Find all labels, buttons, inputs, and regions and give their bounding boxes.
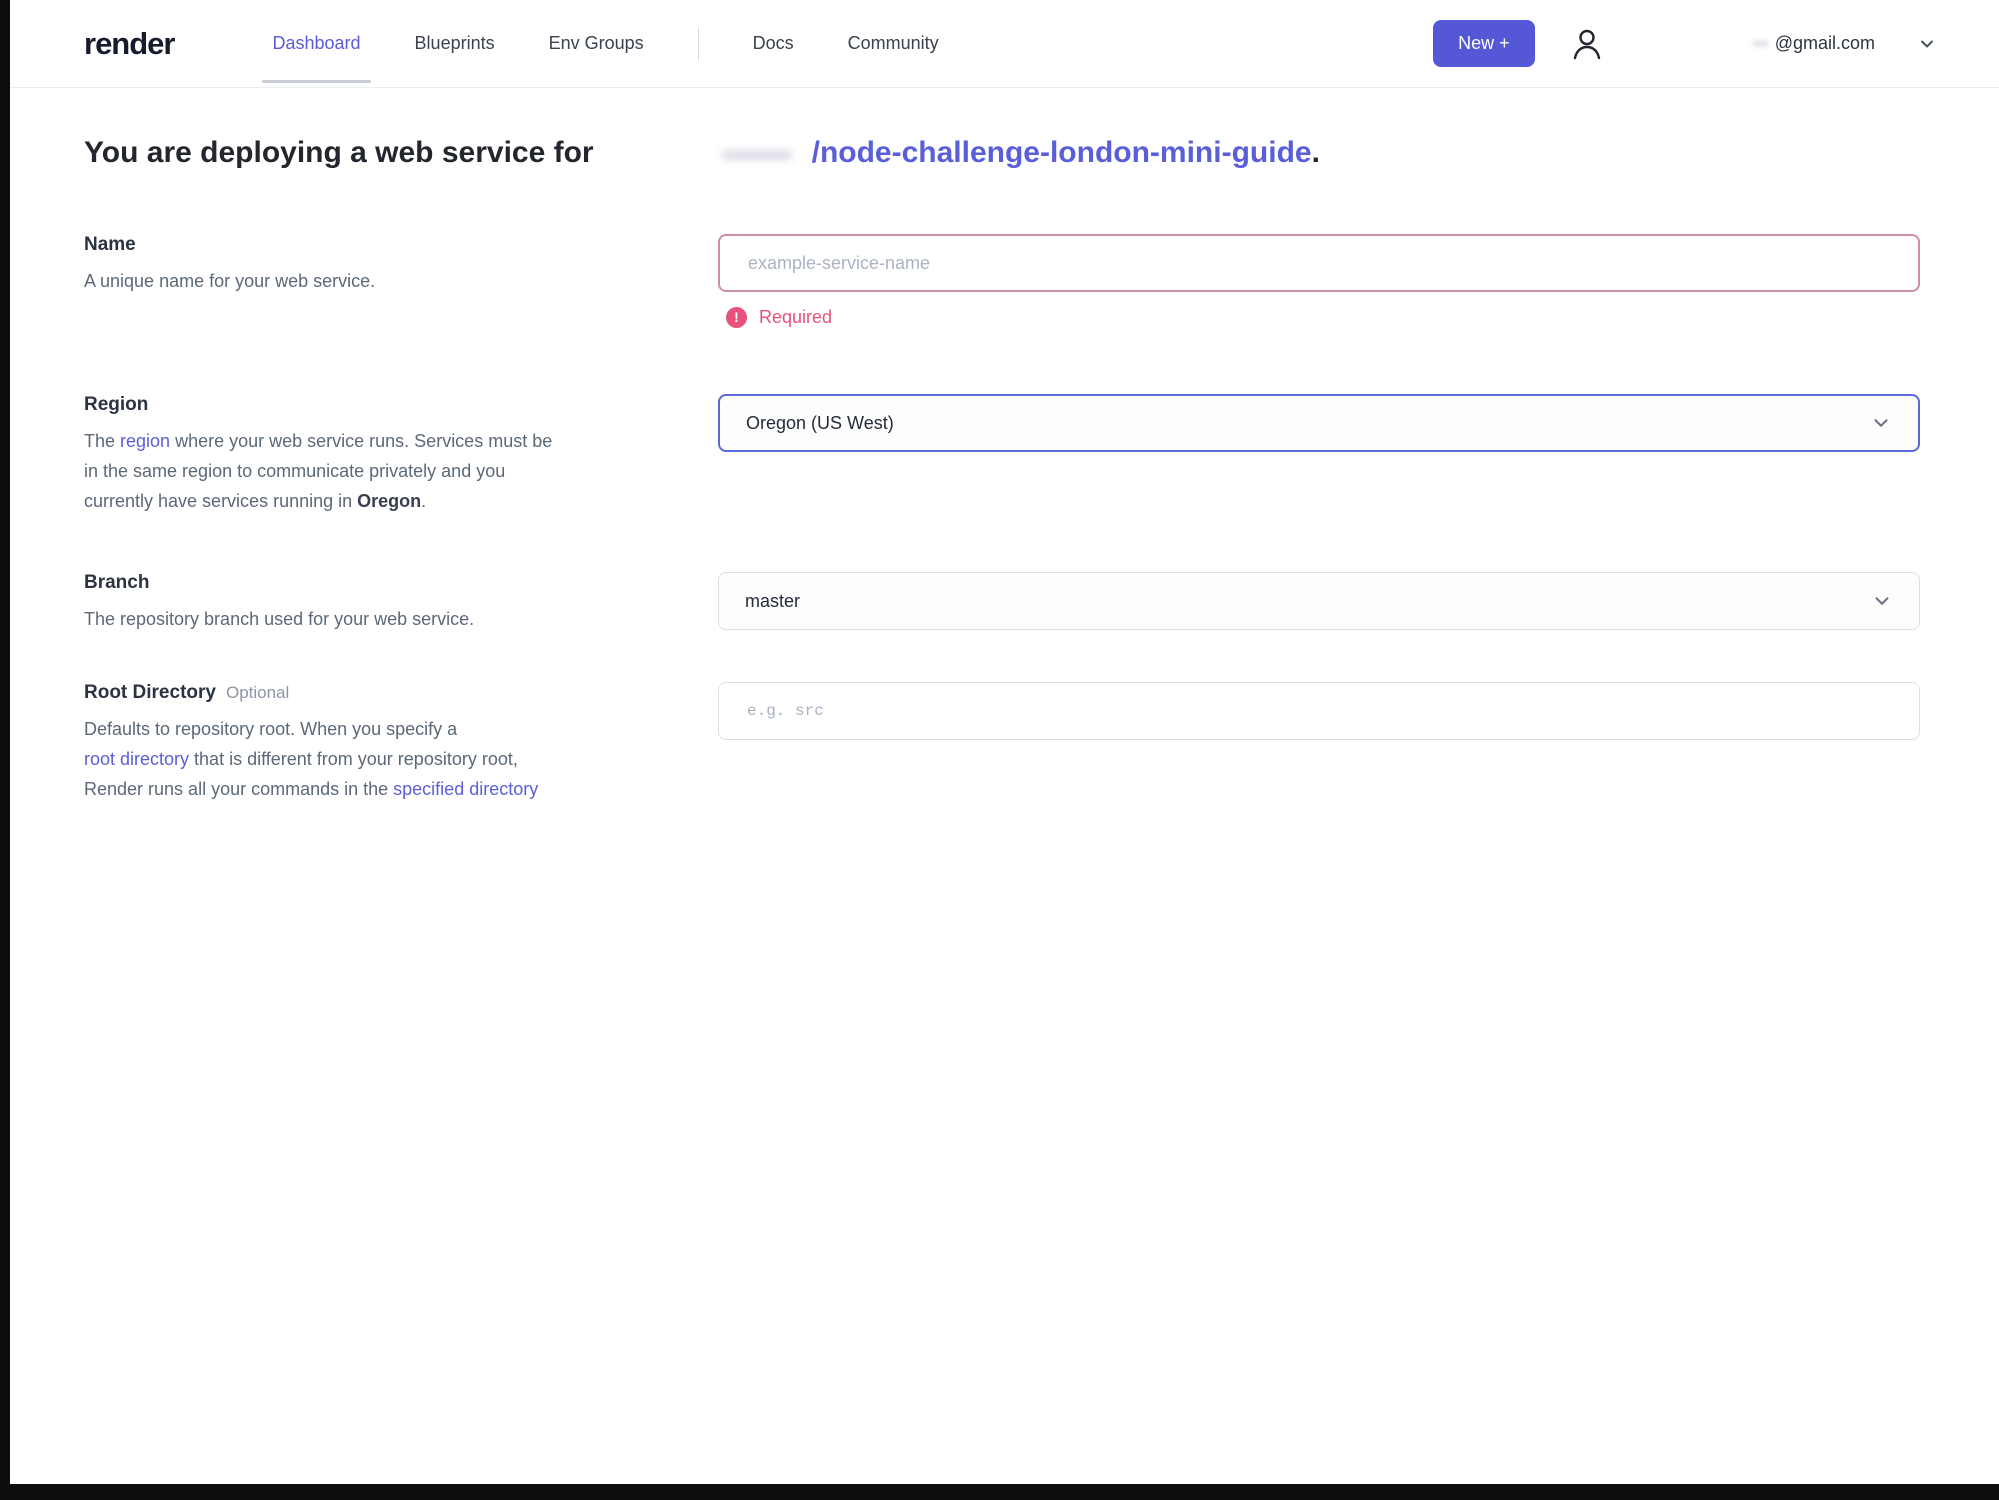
chevron-down-icon — [1917, 34, 1937, 54]
nav-right: New + @gmail.com — [1433, 20, 1937, 67]
root-directory-input[interactable] — [718, 682, 1920, 740]
person-icon — [1569, 26, 1605, 62]
window-left-edge — [0, 0, 10, 1500]
page-title-text: You are deploying a web service for — [84, 136, 594, 169]
tab-blueprints[interactable]: Blueprints — [415, 0, 495, 87]
root-directory-label: Root Directory Optional — [84, 682, 290, 703]
region-description: The region where your web service runs. … — [84, 431, 553, 511]
region-select[interactable]: Oregon (US West) — [718, 394, 1920, 452]
render-logo[interactable]: render — [84, 26, 175, 62]
account-email: @gmail.com — [1774, 33, 1875, 53]
name-label: Name — [84, 234, 136, 255]
window-bottom-edge — [0, 1484, 1999, 1500]
root-directory-docs-link[interactable]: root directory — [84, 749, 189, 769]
account-name-redacted — [1752, 40, 1769, 47]
name-description: A unique name for your web service. — [84, 271, 376, 291]
region-docs-link[interactable]: region — [120, 431, 170, 451]
nav-divider — [697, 26, 699, 61]
specified-directory-docs-link[interactable]: specified directory — [393, 779, 538, 799]
region-select-value: Oregon (US West) — [746, 412, 894, 433]
new-button[interactable]: New + — [1433, 20, 1535, 67]
tab-docs[interactable]: Docs — [753, 0, 794, 87]
name-error: ! Required — [726, 307, 1920, 328]
tab-dashboard[interactable]: Dashboard — [262, 0, 371, 87]
name-input[interactable] — [718, 234, 1920, 292]
chevron-down-icon — [1870, 412, 1892, 434]
tab-community[interactable]: Community — [848, 0, 939, 87]
deploy-form-page: You are deploying a web service for/node… — [0, 136, 1999, 804]
optional-tag: Optional — [225, 683, 290, 702]
repo-owner-redacted — [594, 144, 812, 162]
branch-description: The repository branch used for your web … — [84, 609, 475, 629]
account-person-button[interactable] — [1569, 26, 1605, 62]
page-title: You are deploying a web service for/node… — [84, 136, 1320, 169]
branch-select[interactable]: master — [718, 572, 1920, 630]
account-menu[interactable]: @gmail.com — [1752, 33, 1937, 54]
name-row: Name A unique name for your web service.… — [84, 234, 1920, 328]
nav-tabs: Dashboard Blueprints Env Groups Docs Com… — [262, 0, 939, 87]
top-nav: render Dashboard Blueprints Env Groups D… — [0, 0, 1999, 88]
root-directory-description: Defaults to repository root. When you sp… — [84, 719, 539, 799]
repo-link[interactable]: /node-challenge-london-mini-guide — [812, 136, 1312, 169]
branch-label: Branch — [84, 572, 150, 593]
branch-row: Branch The repository branch used for yo… — [84, 572, 1920, 634]
region-row: Region The region where your web service… — [84, 394, 1920, 516]
tab-env-groups[interactable]: Env Groups — [549, 0, 644, 87]
branch-select-value: master — [745, 590, 801, 611]
chevron-down-icon — [1871, 590, 1893, 612]
error-exclamation-icon: ! — [726, 307, 747, 328]
error-text: Required — [759, 307, 833, 327]
deploy-form: Name A unique name for your web service.… — [84, 234, 1920, 804]
region-label: Region — [84, 394, 149, 415]
root-directory-row: Root Directory Optional Defaults to repos… — [84, 682, 1920, 804]
